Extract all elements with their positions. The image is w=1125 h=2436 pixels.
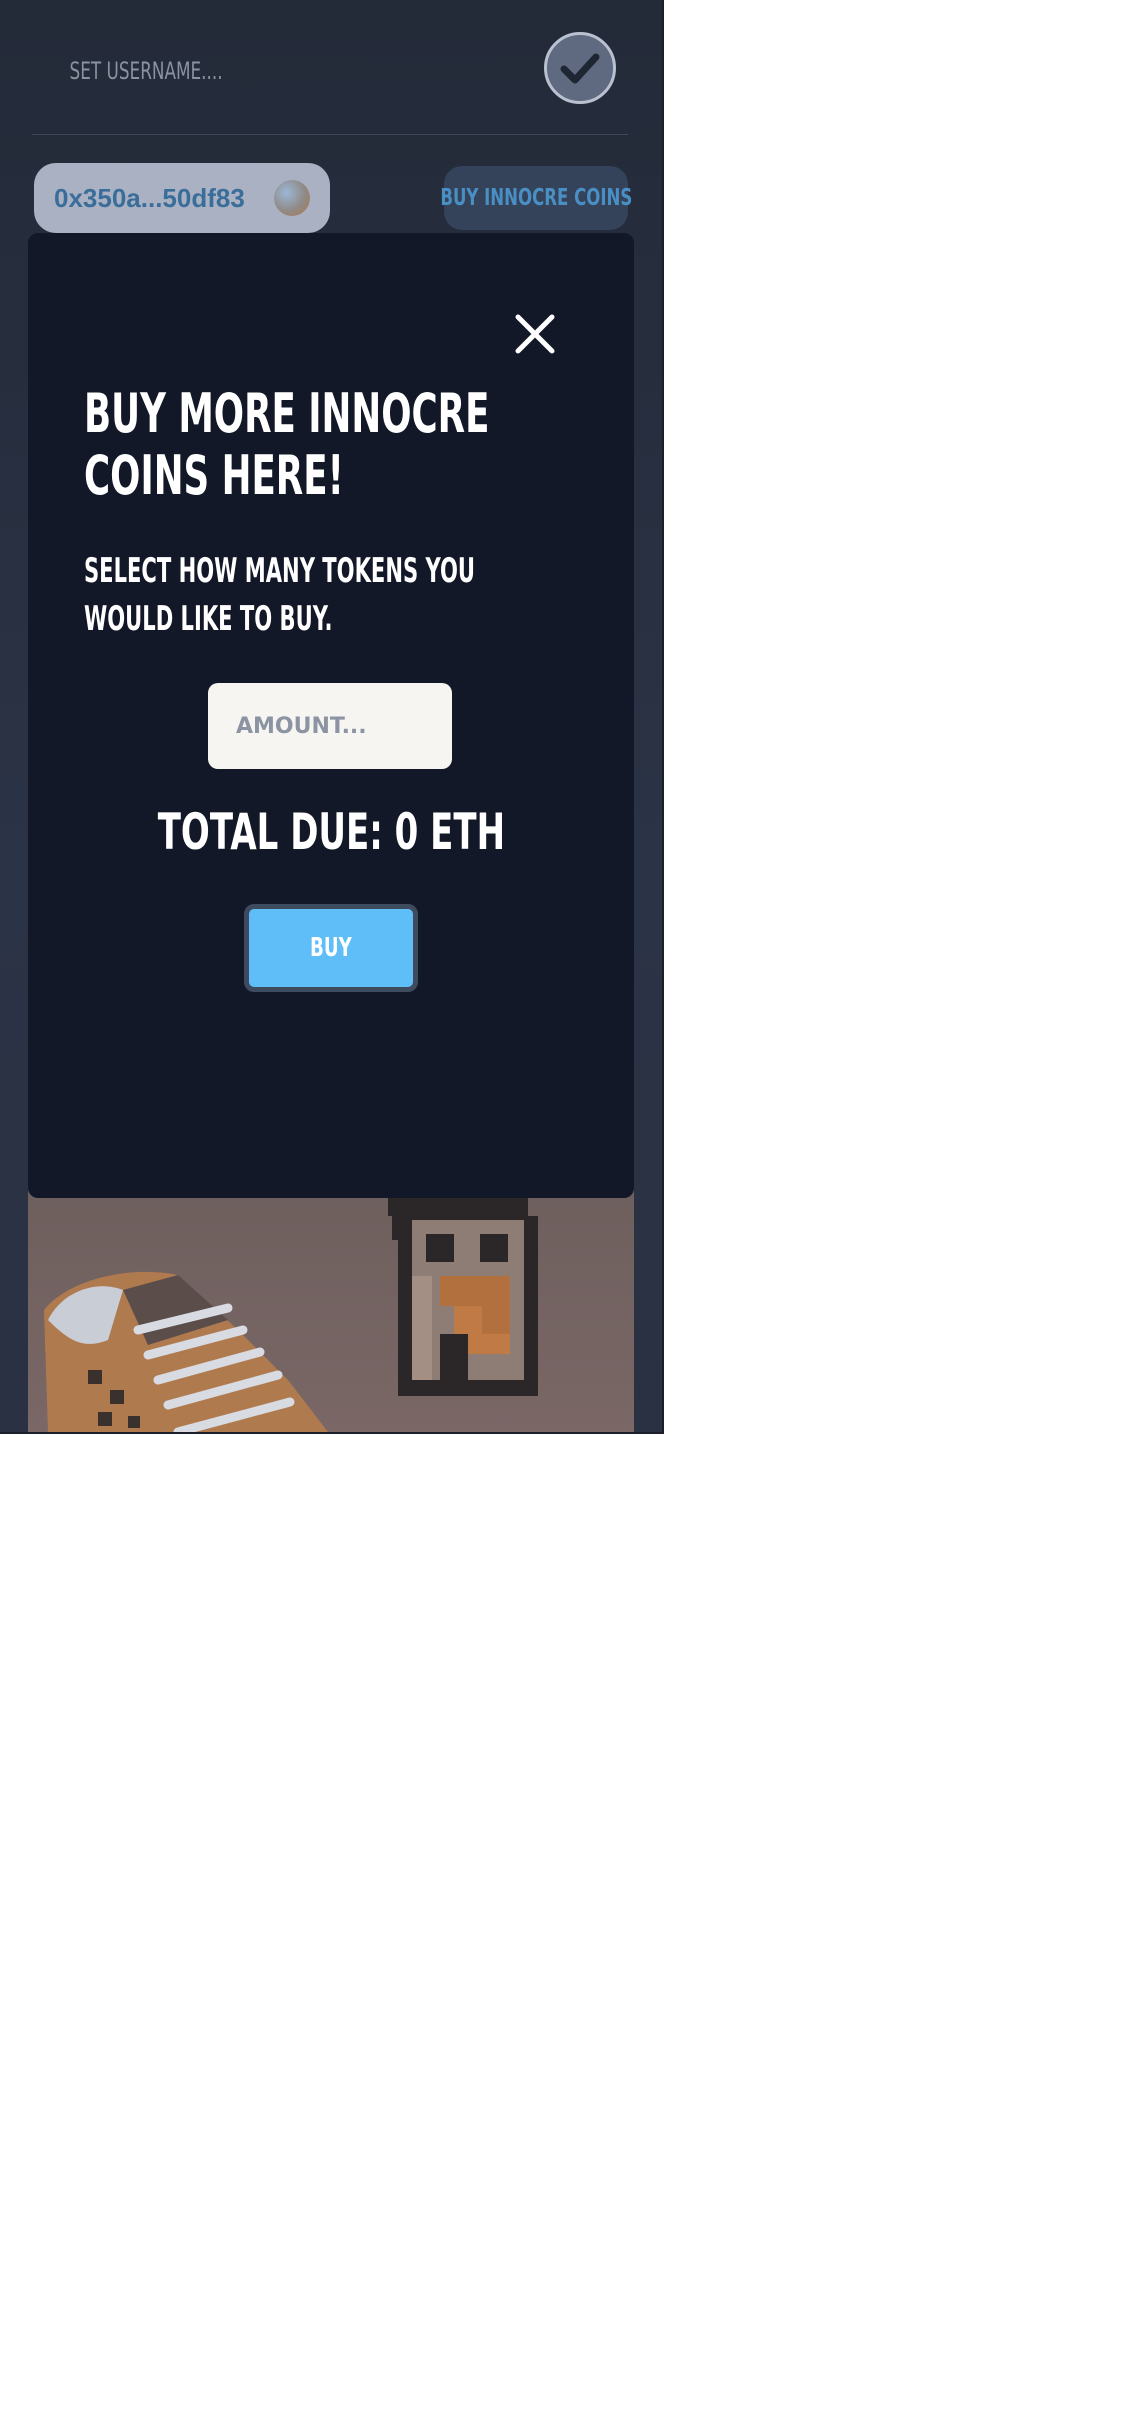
wallet-address-pill[interactable]: 0x350a...50df83 xyxy=(34,163,330,233)
close-modal-button[interactable] xyxy=(514,313,556,355)
modal-subtitle: SELECT HOW MANY TOKENS YOU WOULD LIKE TO… xyxy=(84,551,476,639)
sneaker-and-pixel-figure-image xyxy=(44,1180,538,1432)
amount-input[interactable] xyxy=(208,683,452,769)
buy-button[interactable]: BUY xyxy=(244,904,418,992)
username-input[interactable] xyxy=(68,48,430,94)
product-image xyxy=(28,1180,634,1432)
buy-innocre-coins-button[interactable]: BUY INNOCRE COINS xyxy=(440,166,632,230)
username-bar xyxy=(32,0,628,135)
buy-innocre-coins-label: BUY INNOCRE COINS xyxy=(440,185,632,211)
total-due-text: TOTAL DUE: 0 ETH xyxy=(157,803,505,861)
buy-button-label: BUY xyxy=(310,933,352,963)
close-icon xyxy=(515,314,555,354)
wallet-address: 0x350a...50df83 xyxy=(54,182,245,213)
total-due-label: TOTAL DUE: 0 ETH xyxy=(28,803,634,861)
wallet-avatar xyxy=(274,180,310,216)
checkmark-icon xyxy=(560,53,600,84)
confirm-username-button[interactable] xyxy=(544,32,616,104)
buy-coins-modal: BUY MORE INNOCRE COINS HERE! SELECT HOW … xyxy=(28,233,634,1198)
app-screen: 0x350a...50df83 BUY INNOCRE COINS xyxy=(0,0,664,1434)
modal-title: BUY MORE INNOCRE COINS HERE! xyxy=(84,382,490,507)
